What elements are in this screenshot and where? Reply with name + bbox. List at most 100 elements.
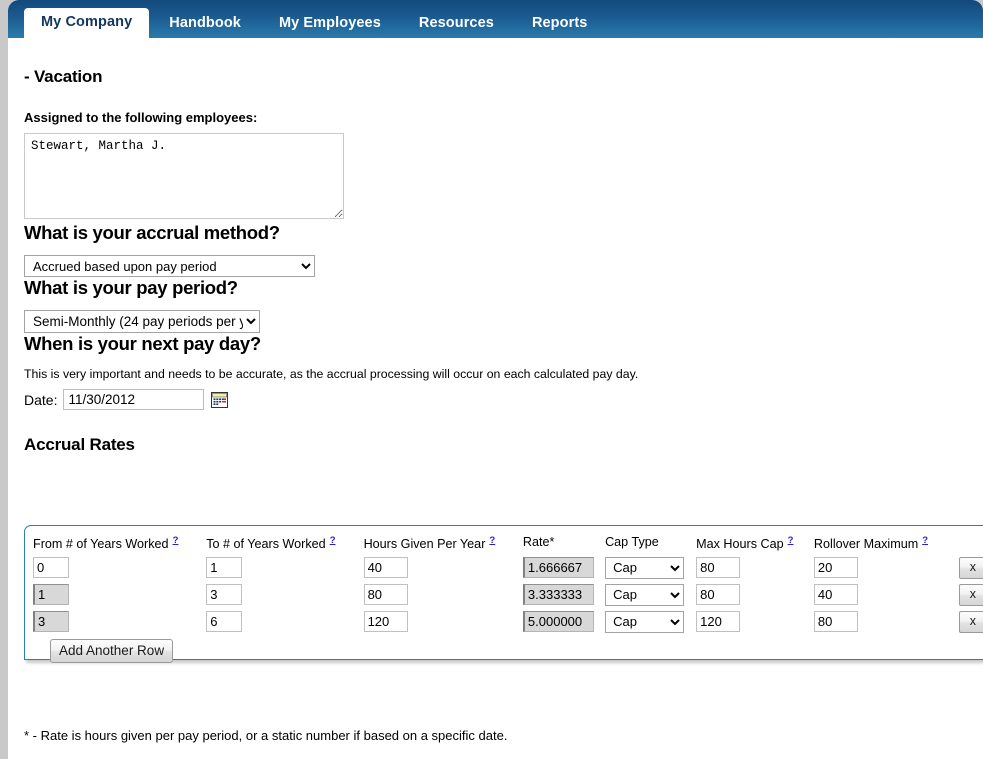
- cell-rate: [522, 611, 605, 632]
- cell-rollover-maximum: [813, 557, 960, 578]
- column-header-from-years: From # of Years Worked?: [33, 535, 206, 551]
- from-years-input[interactable]: [33, 557, 69, 578]
- help-icon-from-years[interactable]: ?: [173, 535, 179, 546]
- application-window: My Company Handbook My Employees Resourc…: [0, 0, 983, 759]
- cell-rollover-maximum: [813, 584, 960, 605]
- nav-tab-label: My Company: [41, 14, 133, 30]
- cell-to-years: [206, 584, 363, 605]
- column-header-label: Max Hours Cap: [696, 537, 784, 552]
- rate-input: [522, 557, 594, 578]
- cell-to-years: [206, 611, 363, 632]
- cell-actions: x: [959, 610, 983, 633]
- delete-row-button[interactable]: x: [959, 583, 983, 606]
- cell-max-hours-cap: [696, 584, 814, 605]
- assigned-employees-label: Assigned to the following employees:: [24, 110, 258, 125]
- max-hours-cap-input[interactable]: [696, 557, 741, 578]
- nav-tab-label: My Employees: [278, 15, 381, 31]
- assigned-employees-textarea[interactable]: Stewart, Martha J.: [24, 133, 344, 219]
- column-header-max-hours-cap: Max Hours Cap?: [696, 535, 814, 551]
- accrual-rates-panel: From # of Years Worked? To # of Years Wo…: [24, 525, 983, 663]
- rollover-maximum-input[interactable]: [813, 584, 858, 605]
- nav-tab-label: Handbook: [169, 15, 241, 31]
- to-years-input[interactable]: [206, 611, 243, 632]
- pay-day-date-input[interactable]: [63, 389, 205, 410]
- from-years-input: [33, 584, 69, 605]
- rate-footnote: * - Rate is hours given per pay period, …: [24, 728, 508, 743]
- nav-tab-label: Reports: [531, 15, 588, 31]
- help-icon-rollover-maximum[interactable]: ?: [922, 535, 928, 546]
- cell-max-hours-cap: [696, 557, 814, 578]
- cell-cap-type: Cap: [605, 610, 696, 633]
- help-icon-to-years[interactable]: ?: [330, 535, 336, 546]
- accrual-rates-header-row: From # of Years Worked? To # of Years Wo…: [33, 535, 983, 553]
- column-header-to-years: To # of Years Worked?: [206, 535, 363, 551]
- navigation-tab-list: My Company Handbook My Employees Resourc…: [8, 0, 983, 38]
- column-header-label: From # of Years Worked: [33, 537, 169, 552]
- hours-per-year-input[interactable]: [363, 611, 408, 632]
- cap-type-select[interactable]: Cap: [605, 583, 685, 606]
- table-row: Cap x: [33, 555, 983, 580]
- cell-hours-per-year: [363, 611, 523, 632]
- accrual-method-heading: What is your accrual method?: [24, 222, 280, 243]
- left-gutter: [0, 0, 8, 759]
- column-header-cap-type: Cap Type: [605, 535, 696, 549]
- delete-row-button[interactable]: x: [959, 556, 983, 579]
- nav-tab-my-employees[interactable]: My Employees: [261, 10, 399, 38]
- to-years-input[interactable]: [206, 584, 243, 605]
- hours-per-year-input[interactable]: [363, 557, 408, 578]
- cell-cap-type: Cap: [605, 556, 696, 579]
- cell-to-years: [206, 557, 363, 578]
- nav-tab-handbook[interactable]: Handbook: [151, 10, 259, 38]
- column-header-label: To # of Years Worked: [206, 537, 326, 552]
- date-label: Date:: [24, 391, 58, 408]
- nav-tab-my-company[interactable]: My Company: [24, 8, 150, 38]
- content-inner: - Vacation Assigned to the following emp…: [8, 38, 983, 455]
- date-field-row: Date:: [24, 389, 967, 410]
- rollover-maximum-input[interactable]: [813, 611, 858, 632]
- delete-row-button[interactable]: x: [959, 610, 983, 633]
- cap-type-select[interactable]: Cap: [605, 610, 685, 633]
- main-navigation-bar: My Company Handbook My Employees Resourc…: [8, 0, 983, 38]
- table-row: Cap x: [33, 582, 983, 607]
- hours-per-year-input[interactable]: [363, 584, 408, 605]
- pay-period-heading: What is your pay period?: [24, 277, 238, 298]
- rollover-maximum-input[interactable]: [813, 557, 858, 578]
- cell-from-years: [33, 611, 206, 632]
- column-header-label: Hours Given Per Year: [363, 537, 486, 552]
- column-header-label: Rollover Maximum: [813, 537, 919, 552]
- column-header-label: Cap Type: [605, 535, 659, 549]
- cell-max-hours-cap: [696, 611, 814, 632]
- max-hours-cap-input[interactable]: [696, 611, 741, 632]
- cell-hours-per-year: [363, 557, 523, 578]
- column-header-hours-per-year: Hours Given Per Year?: [364, 535, 523, 551]
- cell-rate: [522, 584, 605, 605]
- cell-cap-type: Cap: [605, 583, 696, 606]
- accrual-rates-heading: Accrual Rates: [24, 435, 135, 454]
- cell-rollover-maximum: [813, 611, 960, 632]
- add-another-row-button[interactable]: Add Another Row: [50, 639, 174, 663]
- cell-hours-per-year: [363, 584, 523, 605]
- rate-input: [522, 611, 594, 632]
- cell-from-years: [33, 557, 206, 578]
- pay-period-select[interactable]: Semi-Monthly (24 pay periods per year): [24, 310, 260, 333]
- column-header-rate: Rate*: [523, 535, 605, 549]
- pay-day-heading: When is your next pay day?: [24, 333, 261, 354]
- from-years-input: [33, 611, 69, 632]
- help-icon-hours-per-year[interactable]: ?: [489, 535, 495, 546]
- calendar-icon[interactable]: [211, 391, 229, 408]
- nav-tab-resources[interactable]: Resources: [401, 10, 512, 38]
- to-years-input[interactable]: [206, 557, 243, 578]
- content-area: - Vacation Assigned to the following emp…: [8, 38, 983, 759]
- cap-type-select[interactable]: Cap: [605, 556, 685, 579]
- table-row: Cap x: [33, 609, 983, 634]
- accrual-method-select[interactable]: Accrued based upon pay period: [24, 255, 315, 277]
- help-icon-max-hours-cap[interactable]: ?: [788, 535, 794, 546]
- rate-input: [522, 584, 594, 605]
- max-hours-cap-input[interactable]: [696, 584, 741, 605]
- column-header-rollover-maximum: Rollover Maximum?: [814, 535, 960, 551]
- cell-rate: [522, 557, 605, 578]
- nav-tab-reports[interactable]: Reports: [514, 10, 606, 38]
- column-header-label: Rate*: [522, 535, 555, 549]
- pay-day-note: This is very important and needs to be a…: [24, 367, 639, 381]
- nav-tab-label: Resources: [418, 15, 494, 31]
